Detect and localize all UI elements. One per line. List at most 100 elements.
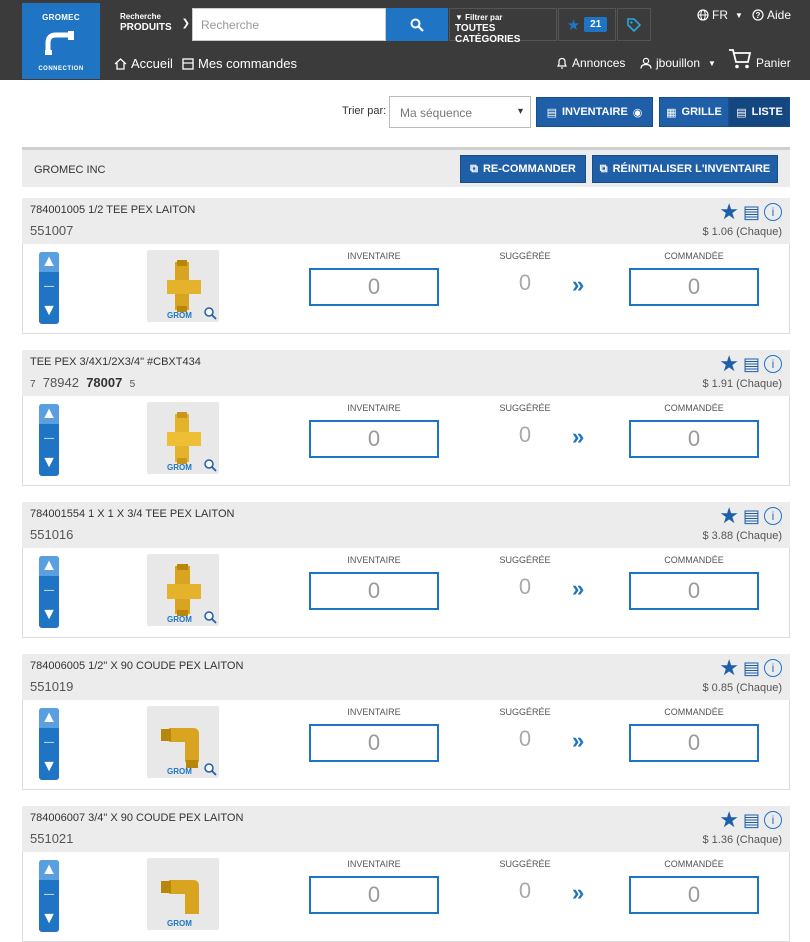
product-card: 784006005 1/2" X 90 COUDE PEX LAITON 551… bbox=[22, 654, 790, 790]
cart-button[interactable]: Panier bbox=[728, 48, 791, 70]
caret-down-icon: ▼ bbox=[708, 58, 716, 68]
zoom-icon[interactable] bbox=[203, 762, 217, 776]
suggested-column-label: SUGGÉRÉE bbox=[499, 251, 551, 261]
chevron-up-icon[interactable]: ▲ bbox=[39, 708, 59, 728]
inventory-button[interactable]: ▤ INVENTAIRE ◉ bbox=[536, 97, 653, 127]
zoom-icon[interactable] bbox=[203, 306, 217, 320]
product-card: 784006007 3/4" X 90 COUDE PEX LAITON 551… bbox=[22, 806, 790, 942]
image-watermark: GROM bbox=[167, 311, 192, 320]
ordered-input[interactable]: 0 bbox=[629, 724, 759, 762]
dash-icon: — bbox=[44, 736, 54, 748]
quantity-stepper[interactable]: ▲ — ▼ bbox=[39, 556, 59, 628]
pipe-logo-icon bbox=[45, 31, 74, 55]
target-icon: ◉ bbox=[632, 106, 643, 119]
filter-icon: ▼ bbox=[455, 13, 463, 22]
copy-suggested-icon[interactable]: » bbox=[572, 576, 584, 602]
ordered-input[interactable]: 0 bbox=[629, 876, 759, 914]
search-scope-select[interactable]: Recherche PRODUITS ❯ bbox=[112, 8, 192, 42]
dash-icon: — bbox=[44, 888, 54, 900]
copy-suggested-icon[interactable]: » bbox=[572, 728, 584, 754]
favorite-star-icon[interactable]: ★ bbox=[719, 353, 739, 375]
gromec-logo[interactable]: GROMEC CONNECTION bbox=[22, 3, 100, 79]
product-image[interactable]: GROM bbox=[147, 554, 219, 626]
inventory-input[interactable]: 0 bbox=[309, 572, 439, 610]
nav-announcements[interactable]: Annonces bbox=[556, 56, 625, 70]
product-code: 551007 bbox=[30, 223, 74, 238]
favorite-star-icon[interactable]: ★ bbox=[719, 657, 739, 679]
quantity-stepper[interactable]: ▲ — ▼ bbox=[39, 404, 59, 476]
nav-home[interactable]: Accueil bbox=[114, 56, 173, 71]
details-list-icon[interactable]: ▤ bbox=[743, 203, 760, 221]
details-list-icon[interactable]: ▤ bbox=[743, 659, 760, 677]
zoom-icon[interactable] bbox=[203, 458, 217, 472]
details-list-icon[interactable]: ▤ bbox=[743, 355, 760, 373]
product-body: ▲ — ▼ GROM INVENTAIRE 0 SUGGÉRÉE 0 » COM… bbox=[22, 700, 790, 790]
favorite-star-icon[interactable]: ★ bbox=[719, 201, 739, 223]
reorder-button-label: RE-COMMANDER bbox=[482, 163, 576, 175]
favorite-star-icon[interactable]: ★ bbox=[719, 809, 739, 831]
chevron-down-icon[interactable]: ▼ bbox=[39, 453, 59, 473]
details-list-icon[interactable]: ▤ bbox=[743, 811, 760, 829]
quantity-stepper[interactable]: ▲ — ▼ bbox=[39, 252, 59, 324]
quantity-stepper[interactable]: ▲ — ▼ bbox=[39, 860, 59, 932]
reorder-button[interactable]: ⧉ RE-COMMANDER bbox=[460, 155, 586, 183]
quantity-stepper[interactable]: ▲ — ▼ bbox=[39, 708, 59, 780]
filter-label: Filtrer par bbox=[465, 13, 503, 22]
search-button[interactable] bbox=[386, 8, 448, 41]
chevron-up-icon[interactable]: ▲ bbox=[39, 404, 59, 424]
info-icon[interactable]: i bbox=[764, 507, 782, 525]
ordered-input[interactable]: 0 bbox=[629, 572, 759, 610]
info-icon[interactable]: i bbox=[764, 355, 782, 373]
inventory-input[interactable]: 0 bbox=[309, 420, 439, 458]
product-image[interactable]: GROM bbox=[147, 250, 219, 322]
language-select[interactable]: FR ▼ bbox=[697, 8, 743, 22]
info-icon[interactable]: i bbox=[764, 811, 782, 829]
chevron-up-icon[interactable]: ▲ bbox=[39, 252, 59, 272]
image-watermark: GROM bbox=[167, 615, 192, 624]
home-icon bbox=[114, 57, 127, 70]
view-list-button[interactable]: ▤ LISTE bbox=[729, 97, 790, 127]
sort-select[interactable]: Ma séquence ▾ bbox=[389, 96, 531, 128]
product-card: 784001005 1/2 TEE PEX LAITON 551007 ★ ▤ … bbox=[22, 198, 790, 334]
view-grid-button[interactable]: ▦ GRILLE bbox=[659, 97, 729, 127]
suggested-value: 0 bbox=[518, 270, 532, 295]
product-image[interactable]: GROM bbox=[147, 858, 219, 930]
nav-home-label: Accueil bbox=[131, 56, 173, 71]
dash-icon: — bbox=[44, 432, 54, 444]
chevron-down-icon[interactable]: ▼ bbox=[39, 301, 59, 321]
image-watermark: GROM bbox=[167, 767, 192, 776]
chevron-up-icon[interactable]: ▲ bbox=[39, 556, 59, 576]
copy-suggested-icon[interactable]: » bbox=[572, 272, 584, 298]
company-bar: GROMEC INC ⧉ RE-COMMANDER ⧉ RÉINITIALISE… bbox=[22, 147, 790, 187]
product-image[interactable]: GROM bbox=[147, 402, 219, 474]
inventory-input[interactable]: 0 bbox=[309, 268, 439, 306]
product-image[interactable]: GROM bbox=[147, 706, 219, 778]
chevron-up-icon[interactable]: ▲ bbox=[39, 860, 59, 880]
tag-button[interactable] bbox=[617, 8, 651, 41]
details-list-icon[interactable]: ▤ bbox=[743, 507, 760, 525]
ordered-input[interactable]: 0 bbox=[629, 420, 759, 458]
info-icon[interactable]: i bbox=[764, 659, 782, 677]
inventory-column-label: INVENTAIRE bbox=[347, 251, 401, 261]
user-menu[interactable]: jbouillon ▼ bbox=[640, 56, 716, 70]
chevron-down-icon[interactable]: ▼ bbox=[39, 757, 59, 777]
help-link[interactable]: ? Aide bbox=[752, 8, 791, 22]
category-filter[interactable]: ▼ Filtrer par TOUTES CATÉGORIES bbox=[449, 8, 557, 45]
copy-suggested-icon[interactable]: » bbox=[572, 880, 584, 906]
info-icon[interactable]: i bbox=[764, 203, 782, 221]
zoom-icon[interactable] bbox=[203, 610, 217, 624]
inventory-column-label: INVENTAIRE bbox=[347, 707, 401, 717]
reset-inventory-button[interactable]: ⧉ RÉINITIALISER L'INVENTAIRE bbox=[592, 155, 778, 183]
suggested-value: 0 bbox=[518, 574, 532, 599]
favorite-star-icon[interactable]: ★ bbox=[719, 505, 739, 527]
ordered-input[interactable]: 0 bbox=[629, 268, 759, 306]
chevron-down-icon[interactable]: ▼ bbox=[39, 909, 59, 929]
product-header: 784006007 3/4" X 90 COUDE PEX LAITON 551… bbox=[22, 806, 790, 852]
copy-suggested-icon[interactable]: » bbox=[572, 424, 584, 450]
inventory-input[interactable]: 0 bbox=[309, 724, 439, 762]
chevron-down-icon[interactable]: ▼ bbox=[39, 605, 59, 625]
inventory-input[interactable]: 0 bbox=[309, 876, 439, 914]
favorites-button[interactable]: ★ 21 bbox=[558, 8, 616, 41]
nav-orders[interactable]: Mes commandes bbox=[182, 56, 297, 71]
search-input[interactable]: Recherche bbox=[192, 8, 386, 41]
